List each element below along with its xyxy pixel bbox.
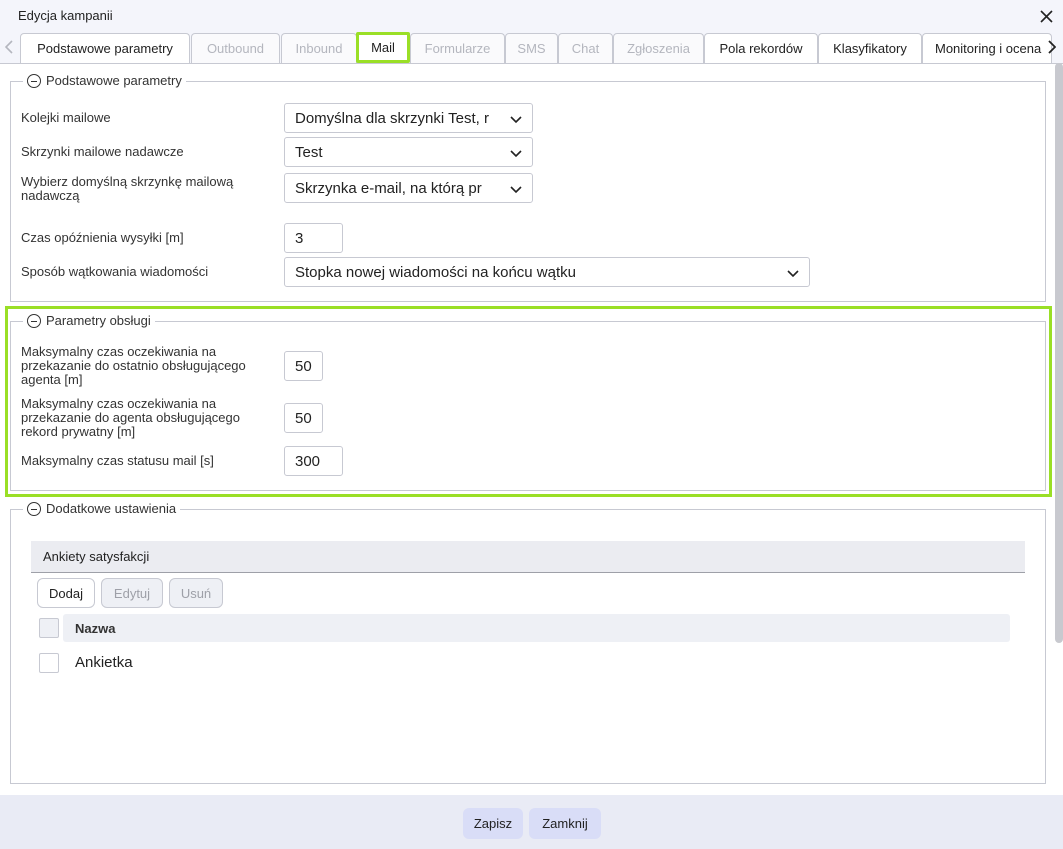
list-item[interactable]: Ankietka	[75, 654, 133, 671]
save-button[interactable]: Zapisz	[463, 808, 523, 839]
mail-queues-value: Domyślna dla skrzynki Test, r	[295, 109, 489, 127]
mail-queues-label: Kolejki mailowe	[21, 110, 111, 125]
default-box-select[interactable]: Skrzynka e-mail, na którą pr	[284, 173, 533, 203]
sender-boxes-select[interactable]: Test	[284, 137, 533, 167]
vertical-scrollbar[interactable]	[1055, 63, 1063, 643]
wait-last-agent-input[interactable]: 50	[284, 351, 323, 381]
default-box-value: Skrzynka e-mail, na którą pr	[295, 179, 482, 197]
tab-sms[interactable]: SMS	[505, 33, 558, 63]
threading-label: Sposób wątkowania wiadomości	[21, 264, 209, 279]
chevron-down-icon	[510, 116, 522, 124]
sender-boxes-value: Test	[295, 143, 323, 161]
tab-strip: Podstawowe parametry Outbound Inbound Ma…	[0, 32, 1063, 63]
additional-settings-legend: Dodatkowe ustawienia	[23, 501, 181, 517]
edit-button[interactable]: Edytuj	[101, 578, 163, 608]
tab-inbound[interactable]: Inbound	[281, 33, 357, 63]
collapse-icon[interactable]	[27, 74, 41, 88]
tab-classifiers[interactable]: Klasyfikatory	[818, 33, 922, 63]
select-all-checkbox[interactable]	[39, 618, 59, 638]
close-button[interactable]: Zamknij	[529, 808, 601, 839]
chevron-left-icon[interactable]	[0, 33, 18, 61]
delete-button[interactable]: Usuń	[169, 578, 223, 608]
section-title: Dodatkowe ustawienia	[46, 501, 177, 516]
threading-select[interactable]: Stopka nowej wiadomości na końcu wątku	[284, 257, 810, 287]
row-checkbox[interactable]	[39, 653, 59, 673]
surveys-header: Ankiety satysfakcji	[31, 541, 1025, 573]
tab-forms[interactable]: Formularze	[410, 33, 505, 63]
campaign-edit-dialog: Edycja kampanii Podstawowe parametry Out…	[0, 0, 1063, 849]
add-button[interactable]: Dodaj	[37, 578, 95, 608]
mail-status-input[interactable]: 300	[284, 446, 343, 476]
sender-boxes-label: Skrzynki mailowe nadawcze	[21, 144, 184, 159]
tab-basic-parameters[interactable]: Podstawowe parametry	[20, 33, 190, 63]
tab-tickets[interactable]: Zgłoszenia	[613, 33, 704, 63]
collapse-icon[interactable]	[27, 502, 41, 516]
chevron-down-icon	[510, 186, 522, 194]
tab-chat[interactable]: Chat	[558, 33, 613, 63]
dialog-footer: Zapisz Zamknij	[0, 795, 1063, 849]
threading-value: Stopka nowej wiadomości na końcu wątku	[295, 263, 576, 281]
chevron-down-icon	[787, 270, 799, 278]
close-icon[interactable]	[1035, 5, 1057, 27]
title-bar: Edycja kampanii	[0, 0, 1063, 33]
tab-monitoring[interactable]: Monitoring i ocena	[922, 33, 1052, 63]
tab-outbound[interactable]: Outbound	[191, 33, 280, 63]
delay-input[interactable]: 3	[284, 223, 343, 253]
name-column-header[interactable]: Nazwa	[63, 614, 1010, 642]
basic-parameters-legend: Podstawowe parametry	[23, 73, 186, 89]
wait-private-input[interactable]: 50	[284, 403, 323, 433]
default-box-label: Wybierz domyślną skrzynkę mailową nadawc…	[21, 174, 234, 203]
wait-private-label: Maksymalny czas oczekiwania na przekazan…	[21, 396, 241, 439]
delay-label: Czas opóźnienia wysyłki [m]	[21, 230, 184, 245]
dialog-title: Edycja kampanii	[18, 8, 113, 23]
tab-record-fields[interactable]: Pola rekordów	[704, 33, 818, 63]
chevron-right-icon[interactable]	[1043, 33, 1061, 61]
wait-last-agent-label: Maksymalny czas oczekiwania na przekazan…	[21, 344, 246, 387]
chevron-down-icon	[510, 150, 522, 158]
mail-status-label: Maksymalny czas statusu mail [s]	[21, 453, 214, 468]
mail-queues-select[interactable]: Domyślna dla skrzynki Test, r	[284, 103, 533, 133]
tab-mail[interactable]: Mail	[356, 32, 410, 63]
section-title: Podstawowe parametry	[46, 73, 182, 88]
